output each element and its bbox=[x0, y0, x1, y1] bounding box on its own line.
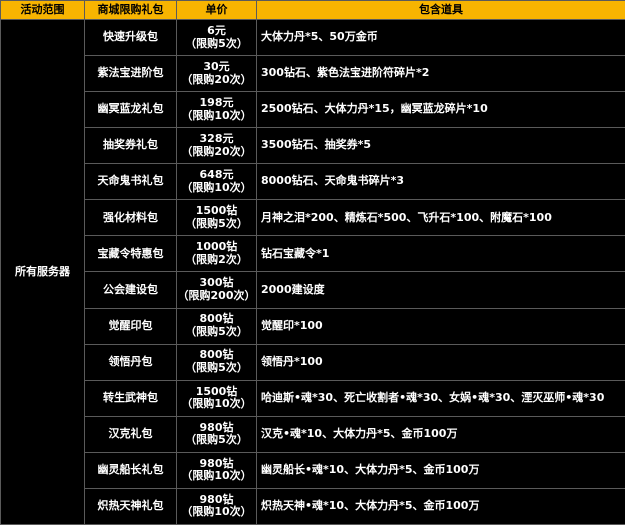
price-cell: 1000钻 （限购2次） bbox=[176, 235, 257, 273]
gift-pack-table: 活动范围 商城限购礼包 单价 包含道具 所有服务器 快速升级包 6元 （限购5次）… bbox=[0, 0, 625, 525]
price-cell: 328元 （限购20次） bbox=[176, 127, 257, 165]
table-row: 强化材料包 1500钻 （限购5次） 月神之泪*200、精炼石*500、飞升石*1… bbox=[1, 199, 625, 237]
pack-name: 炽热天神礼包 bbox=[84, 487, 177, 525]
items-cell: 2000建设度 bbox=[256, 271, 625, 309]
range-cell: 所有服务器 bbox=[0, 19, 85, 525]
price-cell: 648元 （限购10次） bbox=[176, 163, 257, 201]
pack-name: 幽冥蓝龙礼包 bbox=[84, 91, 177, 129]
pack-name: 觉醒印包 bbox=[84, 307, 177, 345]
price-cell: 300钻 （限购200次） bbox=[176, 271, 257, 309]
price-cell: 980钻 （限购5次） bbox=[176, 415, 257, 453]
items-cell: 大体力丹*5、50万金币 bbox=[256, 18, 625, 57]
purchase-limit: （限购10次） bbox=[181, 505, 252, 519]
table-row: 领悟丹包 800钻 （限购5次） 领悟丹*100 bbox=[1, 343, 625, 381]
table-row: 公会建设包 300钻 （限购200次） 2000建设度 bbox=[1, 271, 625, 309]
items-cell: 觉醒印*100 bbox=[256, 307, 625, 345]
pack-name: 宝藏令特惠包 bbox=[84, 235, 177, 273]
purchase-limit: （限购5次） bbox=[185, 36, 248, 50]
table-row: 所有服务器 快速升级包 6元 （限购5次） 大体力丹*5、50万金币 bbox=[0, 18, 625, 525]
purchase-limit: （限购5次） bbox=[185, 433, 248, 447]
header-price: 单价 bbox=[176, 0, 257, 20]
items-cell: 幽灵船长•魂*10、大体力丹*5、金币100万 bbox=[256, 451, 625, 489]
pack-name: 汉克礼包 bbox=[84, 415, 177, 453]
purchase-limit: （限购5次） bbox=[185, 216, 248, 230]
items-cell: 领悟丹*100 bbox=[256, 343, 625, 381]
purchase-limit: （限购10次） bbox=[181, 469, 252, 483]
purchase-limit: （限购200次） bbox=[177, 288, 256, 302]
price-value: 1000钻 bbox=[195, 240, 238, 254]
table-row: 抽奖券礼包 328元 （限购20次） 3500钻石、抽奖券*5 bbox=[1, 127, 625, 165]
table-row: 汉克礼包 980钻 （限购5次） 汉克•魂*10、大体力丹*5、金币100万 bbox=[1, 415, 625, 453]
pack-name: 幽灵船长礼包 bbox=[84, 451, 177, 489]
price-cell: 1500钻 （限购10次） bbox=[176, 379, 257, 417]
pack-name: 快速升级包 bbox=[84, 18, 177, 57]
purchase-limit: （限购20次） bbox=[181, 72, 252, 86]
pack-name: 转生武神包 bbox=[84, 379, 177, 417]
table-row: 幽灵船长礼包 980钻 （限购10次） 幽灵船长•魂*10、大体力丹*5、金币10… bbox=[1, 451, 625, 489]
price-cell: 800钻 （限购5次） bbox=[176, 307, 257, 345]
price-cell: 1500钻 （限购5次） bbox=[176, 199, 257, 237]
table-header-row: 活动范围 商城限购礼包 单价 包含道具 bbox=[0, 0, 625, 20]
items-cell: 3500钻石、抽奖券*5 bbox=[256, 127, 625, 165]
price-value: 30元 bbox=[203, 59, 230, 73]
price-value: 648元 bbox=[199, 168, 234, 182]
purchase-limit: （限购10次） bbox=[181, 397, 252, 411]
price-value: 328元 bbox=[199, 132, 234, 146]
items-cell: 哈迪斯•魂*30、死亡收割者•魂*30、女娲•魂*30、湮灭巫师•魂*30 bbox=[256, 379, 625, 417]
price-cell: 980钻 （限购10次） bbox=[176, 487, 257, 525]
price-cell: 6元 （限购5次） bbox=[176, 18, 257, 57]
price-value: 1500钻 bbox=[195, 204, 238, 218]
items-cell: 汉克•魂*10、大体力丹*5、金币100万 bbox=[256, 415, 625, 453]
table-row: 炽热天神礼包 980钻 （限购10次） 炽热天神•魂*10、大体力丹*5、金币10… bbox=[1, 487, 625, 525]
purchase-limit: （限购10次） bbox=[181, 108, 252, 122]
items-cell: 8000钻石、天命鬼书碎片*3 bbox=[256, 163, 625, 201]
gift-pack-table-panel: 活动范围 商城限购礼包 单价 包含道具 所有服务器 快速升级包 6元 （限购5次）… bbox=[0, 0, 625, 525]
table-row: 宝藏令特惠包 1000钻 （限购2次） 钻石宝藏令*1 bbox=[1, 235, 625, 273]
header-pack-name: 商城限购礼包 bbox=[84, 0, 177, 20]
price-value: 6元 bbox=[207, 23, 226, 37]
pack-name: 强化材料包 bbox=[84, 199, 177, 237]
price-value: 198元 bbox=[199, 96, 234, 110]
header-items: 包含道具 bbox=[256, 0, 625, 20]
purchase-limit: （限购5次） bbox=[185, 361, 248, 375]
items-cell: 炽热天神•魂*10、大体力丹*5、金币100万 bbox=[256, 487, 625, 525]
purchase-limit: （限购5次） bbox=[185, 325, 248, 339]
purchase-limit: （限购10次） bbox=[181, 180, 252, 194]
pack-name: 公会建设包 bbox=[84, 271, 177, 309]
items-cell: 月神之泪*200、精炼石*500、飞升石*100、附魔石*100 bbox=[256, 199, 625, 237]
price-cell: 198元 （限购10次） bbox=[176, 91, 257, 129]
table-row: 紫法宝进阶包 30元 （限购20次） 300钻石、紫色法宝进阶符碎片*2 bbox=[1, 55, 625, 93]
price-cell: 800钻 （限购5次） bbox=[176, 343, 257, 381]
pack-name: 天命鬼书礼包 bbox=[84, 163, 177, 201]
purchase-limit: （限购2次） bbox=[185, 252, 248, 266]
table-row: 觉醒印包 800钻 （限购5次） 觉醒印*100 bbox=[1, 307, 625, 345]
pack-name: 抽奖券礼包 bbox=[84, 127, 177, 165]
table-row: 幽冥蓝龙礼包 198元 （限购10次） 2500钻石、大体力丹*15，幽冥蓝龙碎片… bbox=[1, 91, 625, 129]
items-cell: 2500钻石、大体力丹*15，幽冥蓝龙碎片*10 bbox=[256, 91, 625, 129]
items-cell: 300钻石、紫色法宝进阶符碎片*2 bbox=[256, 55, 625, 93]
pack-name: 领悟丹包 bbox=[84, 343, 177, 381]
table-row: 转生武神包 1500钻 （限购10次） 哈迪斯•魂*30、死亡收割者•魂*30、女… bbox=[1, 379, 625, 417]
pack-name: 紫法宝进阶包 bbox=[84, 55, 177, 93]
price-cell: 30元 （限购20次） bbox=[176, 55, 257, 93]
items-cell: 钻石宝藏令*1 bbox=[256, 235, 625, 273]
table-row: 天命鬼书礼包 648元 （限购10次） 8000钻石、天命鬼书碎片*3 bbox=[1, 163, 625, 201]
purchase-limit: （限购20次） bbox=[181, 144, 252, 158]
header-range: 活动范围 bbox=[0, 0, 85, 20]
price-cell: 980钻 （限购10次） bbox=[176, 451, 257, 489]
